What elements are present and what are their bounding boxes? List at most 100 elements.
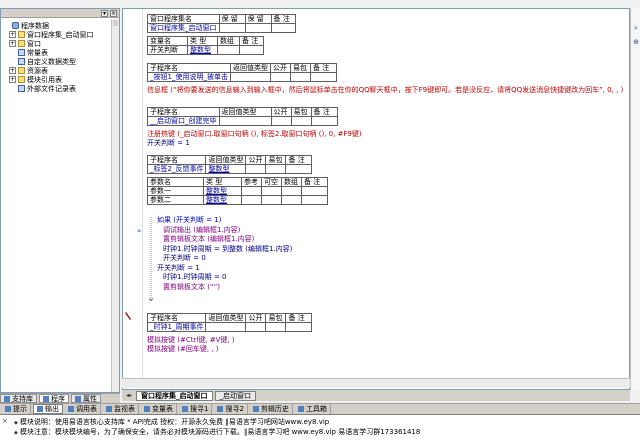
tree-item[interactable]: 自定义数据类型	[1, 57, 113, 66]
clipboard-icon	[252, 406, 259, 412]
output-icon	[37, 406, 43, 412]
tree-scrollbar[interactable]	[111, 19, 119, 392]
constant-icon	[18, 49, 25, 56]
sub4-table: 子程序名 返回值类型 公开 易包 备 注 _时钟1_周期事件	[146, 313, 313, 332]
editor-horizontal-scrollbar[interactable]	[122, 378, 630, 388]
sub1-table: 子程序名 返回值类型 公开 易包 备 注 _按钮1_使用说明_被单击	[147, 63, 337, 82]
code-line[interactable]: 开关判断 = 0	[163, 254, 206, 263]
leaf-spacer	[9, 58, 16, 65]
sub3-table: 子程序名 返回值类型 公开 易包 备 注 _标签2_反馈事件 整数型	[146, 155, 313, 174]
sub2-name[interactable]: __启动窗口_创建完毕	[147, 116, 220, 126]
output-line: 模块说明：使用易语言核心支持库 * API完成 授权：开源永久免费 ‖易语言学习…	[14, 418, 329, 427]
variable-table: 变量名 类 型 数组 备 注 开关判断 整数型	[147, 36, 264, 55]
tab-call-table[interactable]: 调用表	[65, 404, 101, 414]
leaf-spacer	[3, 22, 10, 29]
code-line[interactable]: 模拟按键 (#回车键, , )	[147, 345, 218, 354]
current-line-arrow-icon: »	[137, 227, 142, 235]
editor-tabs: ◂▸ 窗口程序集_启动窗口 _启动窗口	[122, 390, 630, 401]
tree-item[interactable]: + 窗口	[1, 39, 113, 48]
tab-program[interactable]: 程序	[39, 394, 69, 403]
tab-search[interactable]: 搜寻1	[179, 404, 213, 414]
code-line[interactable]: 开关判断 = 1	[157, 264, 200, 273]
search-icon	[182, 406, 188, 412]
flow-lines	[148, 217, 154, 302]
code-line[interactable]: 如果 (开关判断 = 1)	[157, 216, 221, 225]
module-icon	[18, 31, 25, 38]
tab-nav-arrows-icon[interactable]: ◂▸	[126, 392, 132, 399]
output-panel-tabs: 提示 输出 调用表 监视表 变量表 搜寻1 搜寻2 剪辑历史 工具箱	[0, 403, 640, 414]
tab-output[interactable]: 输出	[33, 404, 63, 414]
tab-variable[interactable]: 变量表	[141, 404, 177, 414]
close-icon[interactable]: ×	[110, 10, 117, 17]
output-line: 模块注意：模块模块编号，为了确保安全，请务必对模块源码进行下载。‖易语言学习吧 …	[14, 428, 420, 437]
watch-icon	[106, 406, 112, 412]
sub4-name[interactable]: _时钟1_周期事件	[146, 322, 207, 332]
window-icon	[18, 40, 25, 47]
search-icon	[217, 406, 224, 412]
expand-icon[interactable]: +	[9, 40, 16, 47]
code-line[interactable]: 模拟按键 (#Ctrl键, #V键, )	[147, 336, 235, 345]
file-icon	[18, 85, 25, 92]
tab-properties[interactable]: 属性	[71, 394, 101, 403]
code-editor[interactable]: » 窗口程序集名 保 留 保 留 备 注 窗口程序集_启动窗口 变量名 类 型 …	[122, 8, 630, 390]
tip-icon	[5, 406, 11, 412]
zoom-icon[interactable]: ⊕	[632, 38, 640, 46]
expand-icon[interactable]: +	[9, 67, 16, 74]
sub1-name[interactable]: _按钮1_使用说明_被单击	[147, 72, 231, 82]
code-line[interactable]: 置剪辑板文本 (“”)	[163, 283, 220, 292]
tree-item[interactable]: + 窗口程序集_启动窗口	[1, 30, 113, 39]
code-line[interactable]: 时钟1.时钟周期 = 0	[163, 273, 226, 282]
assembly-table: 窗口程序集名 保 留 保 留 备 注 窗口程序集_启动窗口	[147, 14, 296, 33]
ide-window: ▾ × 程序数据 + 窗口程序集_启动窗口 + 窗口 常量表 自定义数据类型 + 资源表 + 模块引…	[0, 0, 640, 445]
search-icon[interactable]: ⌕	[632, 24, 640, 32]
resource-icon	[18, 67, 25, 74]
project-tree: 程序数据 + 窗口程序集_启动窗口 + 窗口 常量表 自定义数据类型 + 资源表 + 模块引用表 外部…	[1, 21, 113, 93]
code-line[interactable]: 时钟1.时钟周期 = 到整数 (编辑框1.内容)	[163, 245, 292, 254]
tab-assembly-startup[interactable]: 窗口程序集_启动窗口	[136, 390, 213, 401]
library-icon	[4, 395, 10, 402]
database-icon	[12, 22, 19, 29]
variable-icon	[144, 406, 150, 412]
expand-icon[interactable]: +	[9, 31, 16, 38]
panel-titlebar: ▾ ×	[1, 9, 119, 18]
close-icon[interactable]: ×	[2, 417, 8, 425]
properties-icon	[75, 395, 81, 402]
module-ref-icon	[18, 76, 25, 83]
param-name[interactable]: 参数一	[147, 186, 204, 196]
param-name[interactable]: 参数二	[147, 195, 204, 205]
output-panel: × 模块说明：使用易语言核心支持库 * API完成 授权：开源永久免费 ‖易语言…	[0, 414, 640, 445]
sub2-table: 子程序名 返回值类型 公开 易包 备 注 __启动窗口_创建完毕	[147, 107, 338, 126]
tab-watch[interactable]: 监视表	[103, 404, 139, 414]
tab-support-library[interactable]: 支持库	[0, 394, 37, 403]
code-line[interactable]: 注册热键 (_启动窗口.取窗口句柄 (), 标签2.取窗口句柄 (), 0, #…	[147, 130, 362, 139]
sub3-return-type[interactable]: 整数型	[205, 164, 247, 174]
tree-item[interactable]: 外部文件记录表	[1, 84, 113, 93]
param-type[interactable]: 整数型	[203, 195, 242, 205]
tree-item-label: 外部文件记录表	[27, 84, 76, 93]
left-panel-tabs: 支持库 程序 属性	[0, 393, 120, 403]
tab-search[interactable]: 搜寻2	[214, 404, 248, 414]
call-table-icon	[68, 406, 74, 412]
program-icon	[43, 395, 49, 402]
expand-icon[interactable]: +	[9, 76, 16, 83]
code-line[interactable]: 信息框 (“将你要发送的信息输入到输入框中，然后将鼠标单击在你的QQ聊天框中，按…	[147, 86, 623, 95]
toolbox-icon	[297, 406, 304, 412]
code-line[interactable]: 置剪辑板文本 (编辑框1.内容)	[163, 235, 254, 244]
tab-clipboard[interactable]: 剪辑历史	[250, 404, 293, 414]
pin-icon[interactable]: ▾	[101, 10, 108, 17]
datatype-icon	[18, 58, 25, 65]
code-line[interactable]: 开关判断 = 1	[147, 139, 190, 148]
leaf-spacer	[9, 85, 16, 92]
variable-name[interactable]: 开关判断	[147, 45, 188, 55]
variable-type[interactable]: 整数型	[187, 45, 218, 55]
right-toolbar: ⌕ ⊕	[630, 8, 640, 390]
assembly-name[interactable]: 窗口程序集_启动窗口	[147, 23, 220, 33]
sub3-params-table: 参数名 类 型 参考 可空 数组 备 注 参数一 整数型 参数二 整数型	[147, 177, 328, 205]
code-line[interactable]: 调试输出 (编辑框1.内容)	[163, 226, 240, 235]
tab-tip[interactable]: 提示	[2, 404, 31, 414]
tab-startup-window[interactable]: _启动窗口	[214, 390, 257, 401]
sub3-name[interactable]: _标签2_反馈事件	[146, 164, 207, 174]
breakpoint-pen-icon	[125, 312, 131, 320]
tab-toolbox[interactable]: 工具箱	[295, 404, 331, 414]
param-type[interactable]: 整数型	[203, 186, 242, 196]
